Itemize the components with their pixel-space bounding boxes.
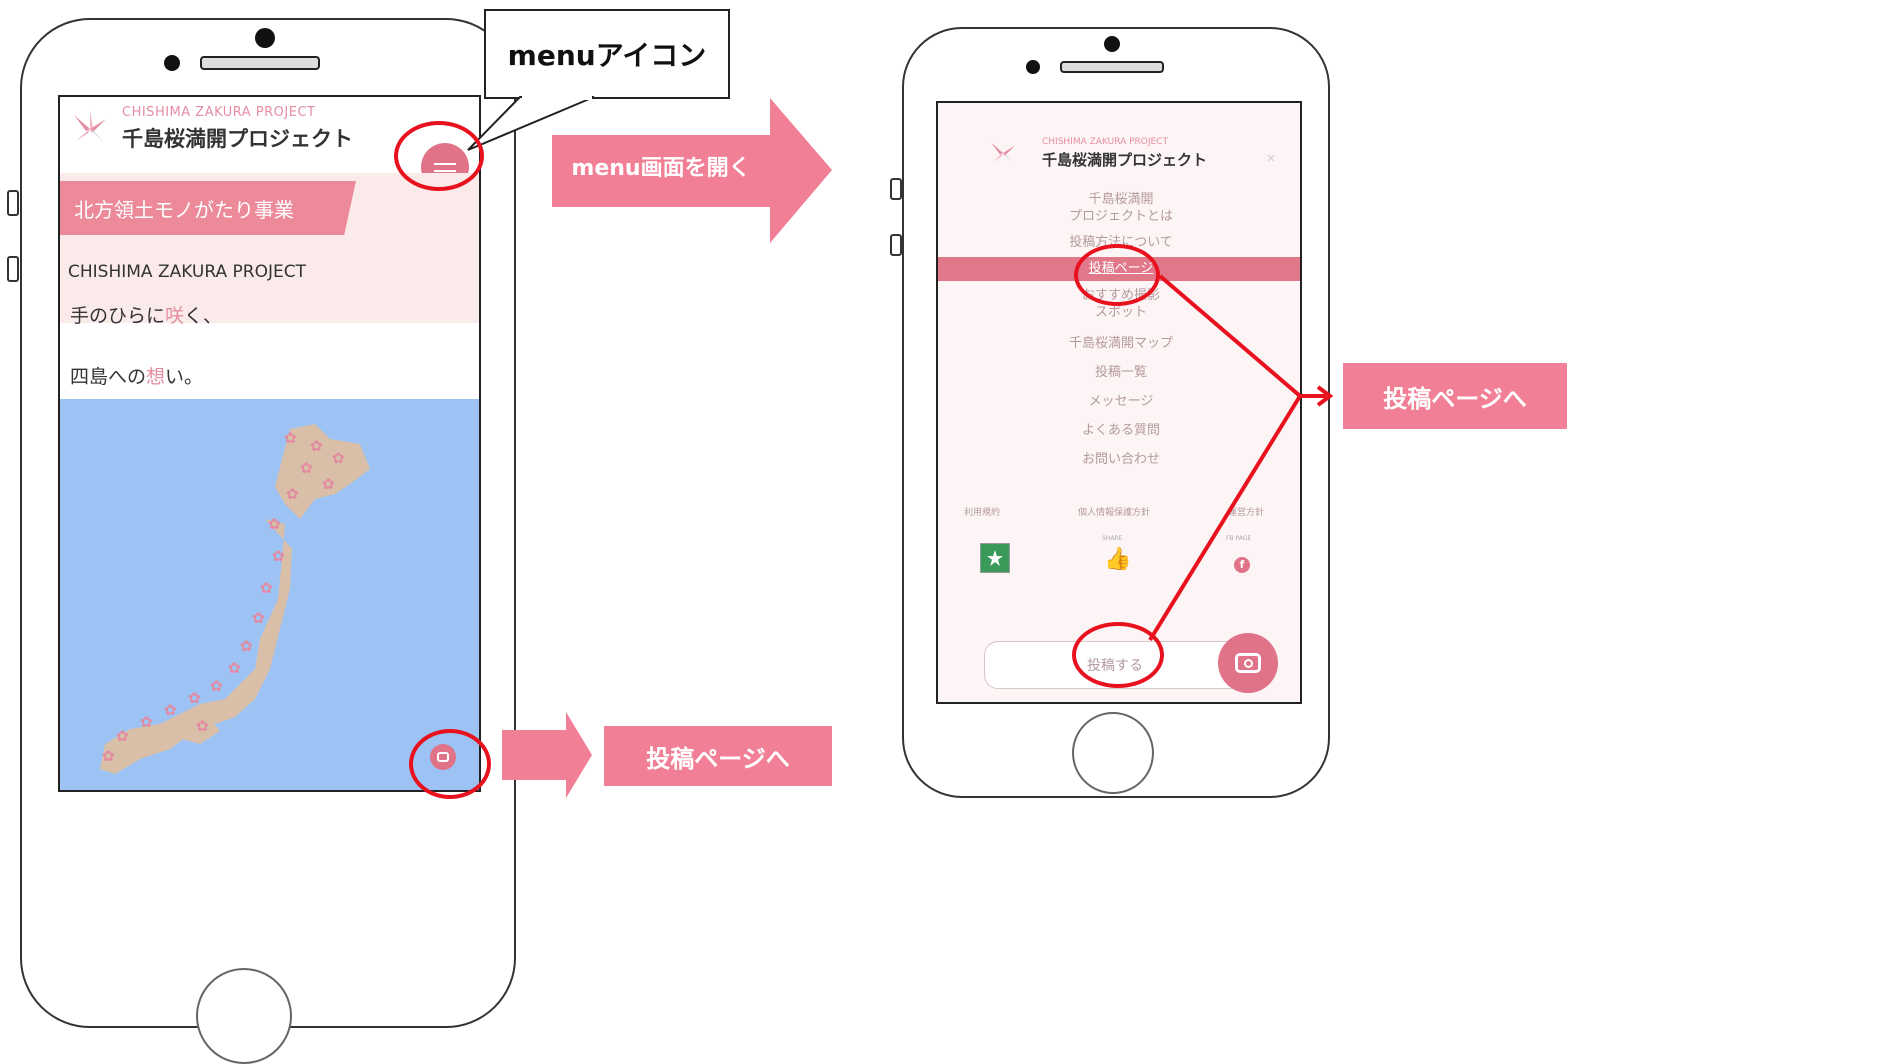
banner-ribbon: 北方領土モノがたり事業 — [60, 181, 356, 235]
sakura-marker: ✿ — [240, 637, 253, 655]
home-button — [1072, 712, 1154, 794]
footer-link-privacy[interactable]: 個人情報保護方針 — [1078, 505, 1150, 518]
like-icon[interactable]: 👍 — [1104, 549, 1131, 571]
sakura-marker: ✿ — [140, 713, 153, 731]
sakura-marker: ✿ — [196, 717, 209, 735]
phone-side-button — [890, 234, 902, 256]
project-jp-title: 千島桜満開プロジェクト — [1042, 151, 1208, 169]
sakura-marker: ✿ — [260, 579, 273, 597]
sakura-marker: ✿ — [286, 485, 299, 503]
sakura-marker: ✿ — [272, 547, 285, 565]
sakura-marker: ✿ — [102, 747, 115, 765]
sakura-marker: ✿ — [322, 475, 335, 493]
phone-side-button — [7, 190, 19, 216]
right-screen: CHISHIMA ZAKURA PROJECT 千島桜満開プロジェクト × 千島… — [936, 101, 1302, 704]
front-camera — [255, 28, 275, 48]
left-screen: CHISHIMA ZAKURA PROJECT 千島桜満開プロジェクト 北方領土… — [58, 95, 481, 792]
project-jp-title: 千島桜満開プロジェクト — [122, 126, 353, 151]
close-icon[interactable]: × — [1266, 151, 1276, 165]
camera-highlight — [409, 729, 491, 799]
speaker-grille — [200, 56, 320, 70]
sakura-marker: ✿ — [332, 449, 345, 467]
sakura-marker: ✿ — [164, 701, 177, 719]
fb-page-label: FB PAGE — [1226, 535, 1252, 542]
footer-link-policy[interactable]: 運営方針 — [1228, 505, 1264, 518]
sakura-badge-icon[interactable] — [980, 543, 1010, 573]
sakura-marker: ✿ — [268, 515, 281, 533]
project-en-title: CHISHIMA ZAKURA PROJECT — [1042, 137, 1168, 147]
menu-item-contact[interactable]: お問い合わせ — [938, 451, 1300, 468]
share-label: SHARE — [1102, 535, 1123, 542]
to-post-label-bottom: 投稿ページへ — [604, 726, 832, 786]
menu-callout-box: menuアイコン — [484, 9, 730, 99]
front-camera — [1104, 36, 1120, 52]
phone-side-button — [890, 178, 902, 200]
sakura-marker: ✿ — [116, 727, 129, 745]
sakura-marker: ✿ — [252, 609, 265, 627]
banner-text: 北方領土モノがたり事業 — [74, 197, 294, 222]
menu-callout-text: menuアイコン — [507, 39, 707, 72]
menu-item-about[interactable]: 千島桜満開 プロジェクトとは — [938, 191, 1300, 225]
sakura-logo-icon — [70, 111, 110, 147]
front-camera — [1026, 60, 1040, 74]
home-button — [196, 968, 292, 1064]
menu-item-faq[interactable]: よくある質問 — [938, 422, 1300, 439]
tagline-line-1: 手のひらに咲く、 — [70, 305, 223, 327]
post-button-highlight — [1072, 622, 1164, 688]
menu-item-message[interactable]: メッセージ — [938, 393, 1300, 410]
open-menu-label: menu画面を開く — [571, 156, 751, 181]
sakura-marker: ✿ — [310, 437, 323, 455]
speaker-grille — [1060, 61, 1164, 73]
post-page-highlight — [1074, 244, 1160, 306]
menu-icon-highlight — [394, 121, 484, 191]
project-en-title: CHISHIMA ZAKURA PROJECT — [122, 105, 316, 120]
sakura-marker: ✿ — [188, 689, 201, 707]
phone-side-button — [7, 256, 19, 282]
sakura-logo-icon — [988, 139, 1018, 167]
facebook-icon[interactable]: f — [1234, 557, 1250, 573]
menu-item-map[interactable]: 千島桜満開マップ — [938, 335, 1300, 352]
sakura-marker: ✿ — [300, 459, 313, 477]
tagline-line-2: 四島への想い。 — [70, 366, 204, 388]
subtitle: CHISHIMA ZAKURA PROJECT — [68, 262, 306, 282]
sakura-marker: ✿ — [284, 429, 297, 447]
japan-sakura-map: ✿ ✿ ✿ ✿ ✿ ✿ ✿ ✿ ✿ ✿ ✿ ✿ ✿ ✿ ✿ ✿ ✿ ✿ ✿ — [60, 399, 479, 790]
sakura-marker: ✿ — [228, 659, 241, 677]
front-camera — [164, 55, 180, 71]
footer-link-terms[interactable]: 利用規約 — [964, 505, 1000, 518]
camera-icon[interactable] — [1218, 633, 1278, 693]
to-post-label-right: 投稿ページへ — [1343, 363, 1567, 429]
menu-item-post-list[interactable]: 投稿一覧 — [938, 364, 1300, 381]
sakura-marker: ✿ — [210, 677, 223, 695]
